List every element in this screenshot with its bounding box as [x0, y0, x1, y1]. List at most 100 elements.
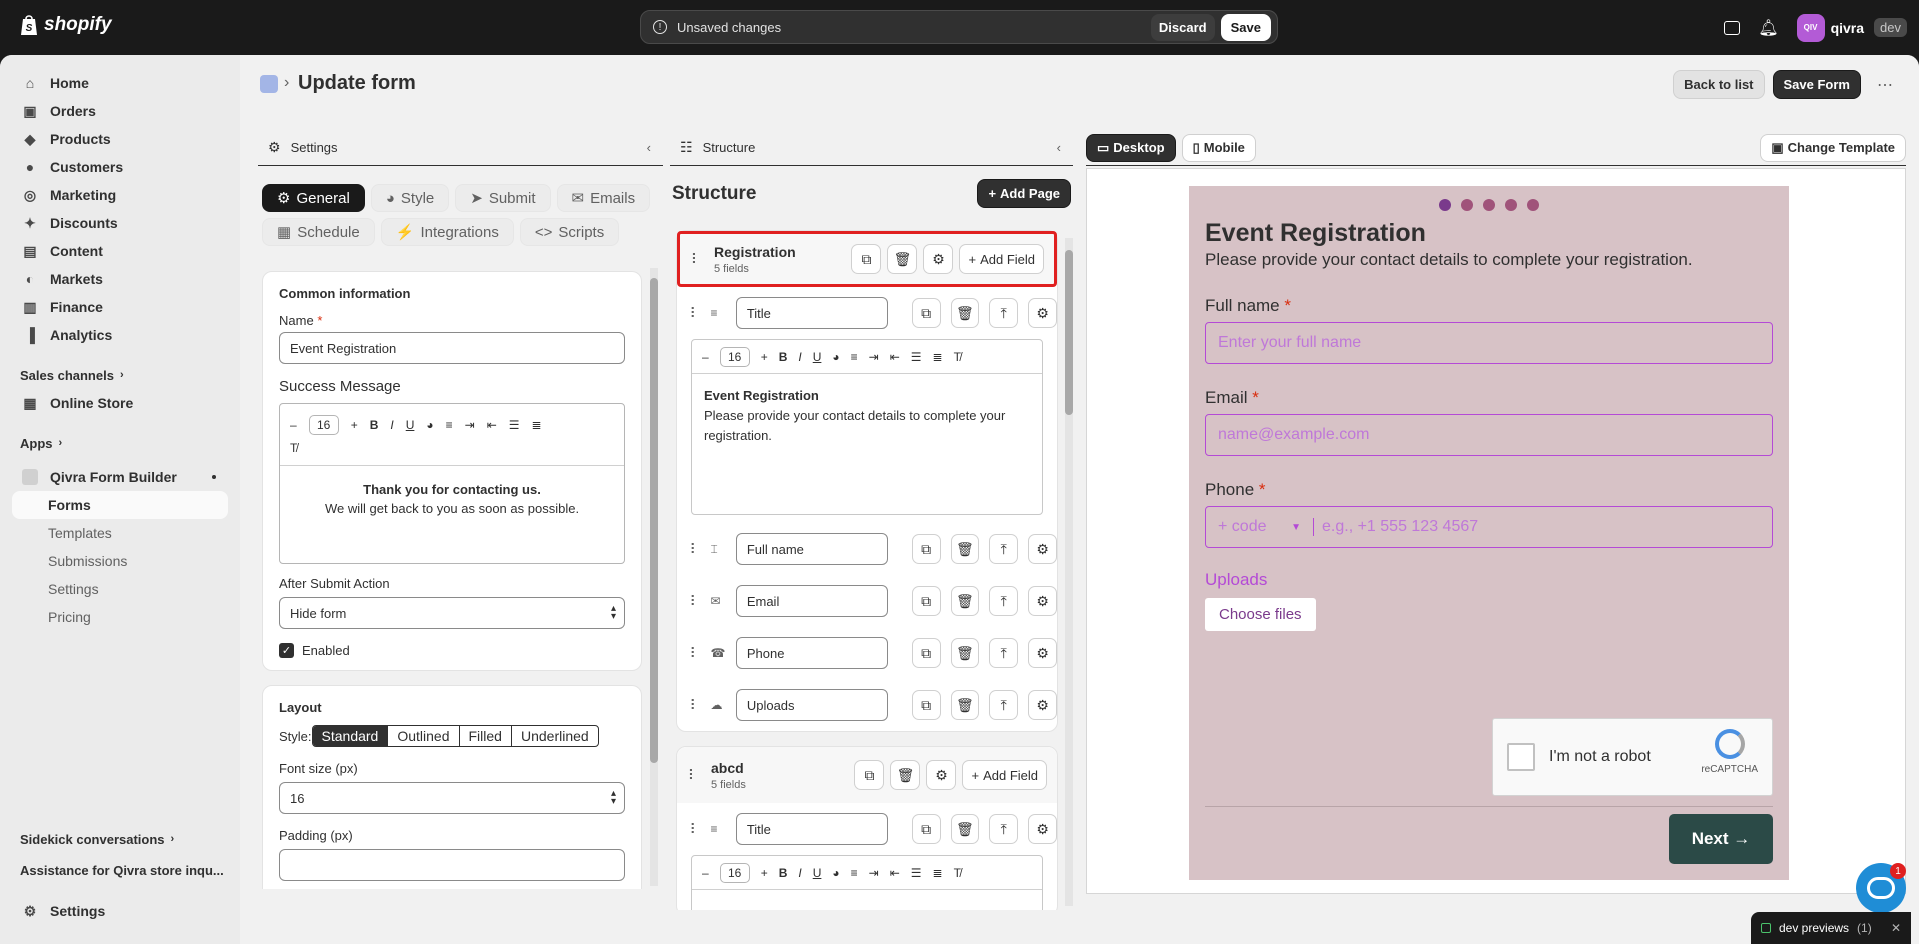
gear-icon[interactable]: ⚙: [1028, 814, 1058, 844]
field-name-input[interactable]: Email: [735, 585, 888, 617]
add-field-button[interactable]: + Add Field: [962, 760, 1047, 790]
gear-icon[interactable]: ⚙: [1028, 586, 1058, 616]
discard-button[interactable]: Discard: [1150, 13, 1215, 41]
style-option-standard[interactable]: Standard: [312, 726, 389, 746]
italic-icon[interactable]: I: [798, 350, 801, 364]
country-code-select[interactable]: + code ▼: [1206, 518, 1314, 536]
dev-preview-pill[interactable]: dev previews (1) ✕: [1751, 912, 1911, 944]
sidebar-item-content[interactable]: ▤ Content: [0, 237, 240, 265]
title-editor-content[interactable]: Event Registration Please provide your c…: [692, 374, 1042, 514]
duplicate-icon[interactable]: ⧉: [911, 690, 941, 720]
sales-channels-section[interactable]: Sales channels ›: [0, 361, 240, 389]
clear-format-icon[interactable]: T̸: [954, 866, 961, 880]
drag-handle-icon[interactable]: ⠇: [689, 541, 701, 558]
decrease-size-icon[interactable]: –: [702, 866, 709, 880]
sidebar-subitem-templates[interactable]: Templates: [0, 519, 240, 547]
preview-scrollbar[interactable]: [1895, 173, 1903, 887]
outdent-icon[interactable]: ⇤: [890, 866, 900, 880]
add-field-button[interactable]: + Add Field: [959, 244, 1044, 274]
trash-icon[interactable]: 🗑︎: [950, 690, 980, 720]
outdent-icon[interactable]: ⇤: [487, 418, 497, 432]
drag-handle-icon[interactable]: ⠇: [689, 821, 701, 838]
choose-files-button[interactable]: Choose files: [1205, 598, 1316, 631]
font-size-input[interactable]: 16: [719, 346, 750, 367]
save-form-button[interactable]: Save Form: [1772, 70, 1861, 99]
tab-emails[interactable]: ✉ Emails: [556, 184, 651, 212]
trash-icon[interactable]: 🗑︎: [950, 814, 980, 844]
shopify-logo[interactable]: S shopify: [20, 14, 112, 36]
bell-icon[interactable]: 🔔︎: [1758, 18, 1778, 38]
duplicate-icon[interactable]: ⧉: [911, 534, 941, 564]
recaptcha-checkbox[interactable]: [1507, 743, 1535, 771]
sidebar-item-online-store[interactable]: ▦ Online Store: [0, 389, 240, 417]
sidebar-subitem-forms[interactable]: Forms: [12, 491, 228, 519]
inbox-icon[interactable]: [1724, 20, 1741, 35]
collapse-chevron-icon[interactable]: ‹: [647, 140, 651, 155]
align-icon[interactable]: ≡: [446, 418, 453, 432]
drag-handle-icon[interactable]: ⠇: [690, 251, 702, 268]
increase-size-icon[interactable]: +: [351, 418, 358, 432]
save-button[interactable]: Save: [1220, 13, 1271, 41]
clear-format-icon[interactable]: T̸: [290, 441, 614, 455]
name-field[interactable]: Event Registration: [279, 332, 625, 364]
close-icon[interactable]: ✕: [1891, 921, 1901, 935]
after-submit-select[interactable]: Hide form ▴ ▾: [279, 597, 625, 629]
drag-handle-icon[interactable]: ⠇: [689, 645, 701, 662]
sidebar-item-orders[interactable]: ▣ Orders: [0, 97, 240, 125]
structure-scrollbar-thumb[interactable]: [1065, 250, 1073, 415]
title-rich-editor[interactable]: – 16 + B I U ◕ ≡ ⇥ ⇤ ☰ ≣ T̸: [691, 339, 1043, 515]
stepper-icon[interactable]: ▴ ▾: [611, 789, 616, 807]
full-name-input[interactable]: Enter your full name: [1205, 322, 1773, 364]
font-size-input[interactable]: 16: [308, 414, 339, 435]
color-icon[interactable]: ◕: [832, 866, 839, 880]
font-size-input[interactable]: 16: [719, 862, 750, 883]
numbered-list-icon[interactable]: ≣: [532, 418, 542, 432]
apps-section[interactable]: Apps ›: [0, 429, 240, 457]
underline-icon[interactable]: U: [813, 866, 822, 880]
duplicate-icon[interactable]: ⧉: [911, 586, 941, 616]
duplicate-icon[interactable]: ⧉: [911, 298, 941, 328]
drag-handle-icon[interactable]: ⠇: [689, 305, 701, 322]
indent-icon[interactable]: ⇥: [869, 866, 879, 880]
title-rich-editor[interactable]: – 16 + B I U ◕ ≡ ⇥ ⇤ ☰ ≣ T̸: [691, 855, 1043, 910]
upload-icon[interactable]: ⤒: [989, 534, 1019, 564]
color-icon[interactable]: ◕: [832, 350, 839, 364]
change-template-button[interactable]: ▣ Change Template: [1760, 133, 1906, 162]
enabled-checkbox-row[interactable]: ✓ Enabled: [279, 643, 625, 658]
indent-icon[interactable]: ⇥: [465, 418, 475, 432]
align-icon[interactable]: ≡: [851, 350, 858, 364]
outdent-icon[interactable]: ⇤: [890, 350, 900, 364]
sidebar-subitem-pricing[interactable]: Pricing: [0, 603, 240, 631]
gear-icon[interactable]: ⚙: [1028, 298, 1058, 328]
drag-handle-icon[interactable]: ⠇: [689, 593, 701, 610]
duplicate-icon[interactable]: ⧉: [911, 814, 941, 844]
more-actions-button[interactable]: ⋯: [1869, 75, 1901, 95]
field-name-input[interactable]: Title: [735, 813, 888, 845]
duplicate-icon[interactable]: ⧉: [911, 638, 941, 668]
bullet-list-icon[interactable]: ☰: [911, 866, 922, 880]
field-name-input[interactable]: Full name: [735, 533, 888, 565]
gear-icon[interactable]: ⚙: [1028, 534, 1058, 564]
upload-icon[interactable]: ⤒: [989, 638, 1019, 668]
bold-icon[interactable]: B: [779, 866, 788, 880]
tab-style[interactable]: ◕ Style: [370, 184, 450, 212]
padding-field[interactable]: [279, 849, 625, 881]
numbered-list-icon[interactable]: ≣: [933, 350, 943, 364]
style-option-filled[interactable]: Filled: [460, 726, 512, 746]
style-option-underlined[interactable]: Underlined: [512, 726, 598, 746]
clear-format-icon[interactable]: T̸: [954, 350, 961, 364]
success-message-editor[interactable]: – 16 + B I U ◕ ≡ ⇥ ⇤ ☰ ≣ T̸ Thank you fo…: [279, 403, 625, 564]
gear-icon[interactable]: ⚙: [1028, 638, 1058, 668]
decrease-size-icon[interactable]: –: [702, 350, 709, 364]
tab-submit[interactable]: ➤ Submit: [455, 184, 551, 212]
back-to-list-button[interactable]: Back to list: [1673, 70, 1765, 99]
tab-general[interactable]: ⚙ General: [262, 184, 365, 212]
color-icon[interactable]: ◕: [426, 418, 433, 432]
success-message-content[interactable]: Thank you for contacting us. We will get…: [280, 466, 624, 563]
settings-scrollbar-thumb[interactable]: [650, 278, 658, 763]
trash-icon[interactable]: 🗑︎: [950, 586, 980, 616]
field-name-input[interactable]: Phone: [735, 637, 888, 669]
sidekick-conversation-item[interactable]: Assistance for Qivra store inqu...: [0, 855, 240, 885]
sidebar-item-home[interactable]: ⌂ Home: [0, 69, 240, 97]
upload-icon[interactable]: ⤒: [989, 586, 1019, 616]
